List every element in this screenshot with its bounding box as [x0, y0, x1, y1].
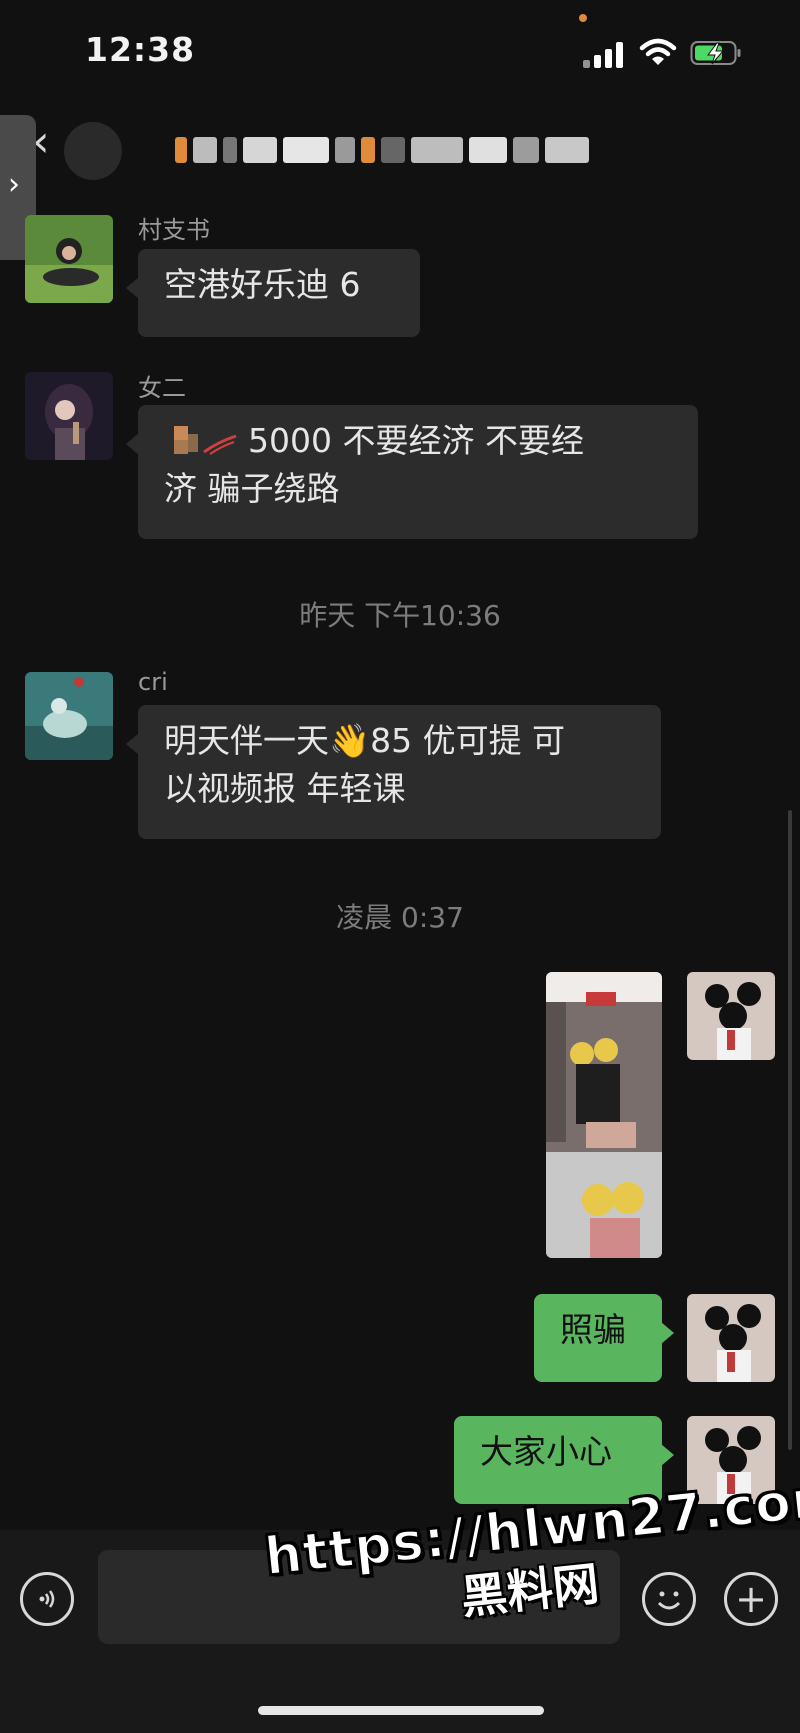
voice-icon[interactable]	[20, 1572, 74, 1626]
chat-avatar	[64, 122, 122, 180]
message-text: 5000 不要经济 不要经	[164, 417, 672, 465]
message-text: 空港好乐迪 6	[164, 265, 361, 304]
home-indicator[interactable]	[258, 1706, 544, 1715]
status-time: 12:38	[85, 30, 196, 69]
message-text-line2: 以视频报 年轻课	[164, 769, 406, 808]
message-text: 照骗	[560, 1310, 626, 1349]
timestamp: 昨天 下午10:36	[299, 599, 501, 632]
chat-header: ‹	[0, 110, 800, 190]
status-bar: 12:38	[0, 0, 800, 100]
message-text-line2: 济 骗子绕路	[164, 469, 340, 508]
outgoing-message-bubble[interactable]: 照骗	[534, 1294, 674, 1382]
chevron-right-icon: ›	[8, 167, 20, 202]
wifi-icon	[639, 38, 677, 65]
message-bubble[interactable]: 明天伴一天👋85 优可提 可 以视频报 年轻课	[126, 705, 661, 839]
camera-indicator-dot	[579, 14, 587, 22]
my-avatar[interactable]	[687, 1294, 775, 1382]
message-bubble[interactable]: 空港好乐迪 6	[126, 249, 420, 337]
sender-name: cri	[138, 668, 168, 696]
message-text: 大家小心	[480, 1432, 612, 1471]
avatar[interactable]	[25, 372, 113, 460]
battery-charging-icon	[690, 41, 741, 65]
message-text: 明天伴一天👋85 优可提 可	[164, 721, 566, 760]
avatar[interactable]	[25, 215, 113, 303]
signal-icon	[583, 40, 627, 68]
sender-name: 女二	[138, 374, 186, 402]
sender-name: 村支书	[138, 216, 210, 244]
shared-image-message[interactable]	[546, 972, 662, 1258]
scrollbar[interactable]	[788, 810, 792, 1450]
timestamp: 凌晨 0:37	[336, 901, 464, 934]
redacted-sticker-icon	[174, 426, 237, 455]
avatar[interactable]	[25, 672, 113, 760]
chat-title-pixelated	[175, 126, 670, 174]
message-bubble[interactable]: 5000 不要经济 不要经 济 骗子绕路	[126, 405, 698, 539]
my-avatar[interactable]	[687, 972, 775, 1060]
